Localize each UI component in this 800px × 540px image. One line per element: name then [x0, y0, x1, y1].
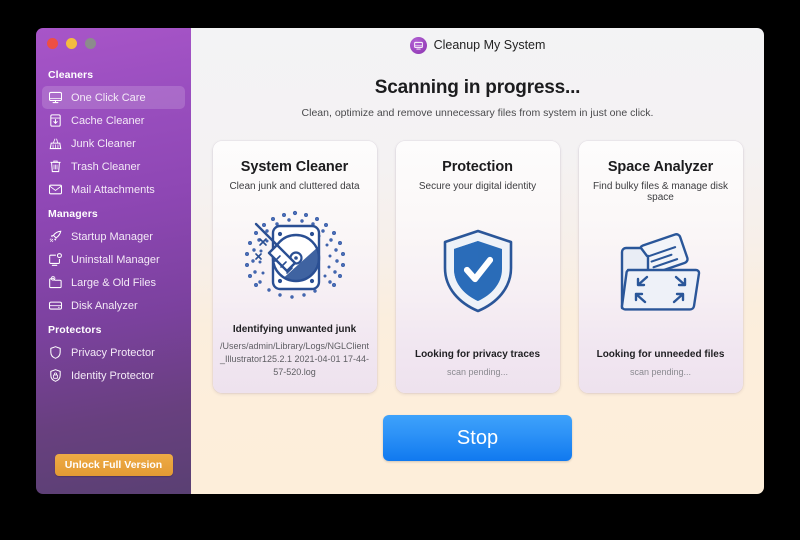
- sidebar-item-mail-attachments[interactable]: Mail Attachments: [42, 178, 185, 201]
- sidebar-item-label: Mail Attachments: [71, 183, 155, 196]
- window-traffic-lights: [36, 28, 191, 50]
- sidebar-item-label: Large & Old Files: [71, 276, 156, 289]
- sidebar-group-title-protectors: Protectors: [48, 324, 102, 336]
- card-status: Identifying unwanted junk: [232, 324, 357, 335]
- card-subtitle: Clean junk and cluttered data: [229, 181, 360, 192]
- app-titlebar: Cleanup My System: [191, 30, 764, 60]
- card-title: Space Analyzer: [607, 159, 714, 175]
- card-detail: /Users/admin/Library/Logs/NGLClient_Illu…: [219, 341, 370, 377]
- sidebar-group-title-managers: Managers: [48, 208, 98, 220]
- sidebar-item-trash-cleaner[interactable]: Trash Cleaner: [42, 155, 185, 178]
- page-title: Scanning in progress...: [374, 77, 581, 98]
- card-status: Looking for unneeded files: [596, 349, 725, 360]
- disk-icon: [48, 298, 63, 313]
- sidebar-item-large-and-old-files[interactable]: Large & Old Files: [42, 271, 185, 294]
- sidebar-item-privacy-protector[interactable]: Privacy Protector: [42, 341, 185, 364]
- sidebar-item-label: Identity Protector: [71, 369, 155, 382]
- sidebar-item-label: Disk Analyzer: [71, 299, 138, 312]
- minimize-button[interactable]: [66, 38, 77, 49]
- card-subtitle: Secure your digital identity: [418, 181, 537, 192]
- sidebar-item-label: Uninstall Manager: [71, 253, 160, 266]
- unlock-section: Unlock Full Version: [36, 454, 191, 494]
- card-status-block: Identifying unwanted junk /Users/admin/L…: [213, 324, 377, 393]
- sidebar-item-cache-cleaner[interactable]: Cache Cleaner: [42, 109, 185, 132]
- sidebar-item-label: Junk Cleaner: [71, 137, 136, 150]
- monitor-gear-icon: [48, 252, 63, 267]
- rocket-icon: [48, 229, 63, 244]
- folder-expand-icon: [579, 203, 743, 349]
- card-space-analyzer[interactable]: Space Analyzer Find bulky files & manage…: [578, 141, 743, 393]
- monitor-icon: [48, 90, 63, 105]
- lock-shield-icon: [48, 368, 63, 383]
- card-detail: scan pending...: [446, 367, 509, 377]
- main-panel: Cleanup My System Scanning in progress..…: [191, 28, 764, 494]
- cache-bin-icon: [48, 113, 63, 128]
- sidebar-item-uninstall-manager[interactable]: Uninstall Manager: [42, 248, 185, 271]
- card-system-cleaner[interactable]: System Cleaner Clean junk and cluttered …: [212, 141, 377, 393]
- scan-cards: System Cleaner Clean junk and cluttered …: [212, 141, 743, 393]
- sidebar: Cleaners One Click Care Cache Cleaner Ju…: [36, 28, 191, 494]
- card-protection[interactable]: Protection Secure your digital identity …: [395, 141, 560, 393]
- sidebar-item-label: Trash Cleaner: [71, 160, 141, 173]
- folder-clock-icon: [48, 275, 63, 290]
- stop-button[interactable]: Stop: [383, 415, 572, 461]
- zoom-button[interactable]: [85, 38, 96, 49]
- sidebar-nav: Cleaners One Click Care Cache Cleaner Ju…: [36, 50, 191, 454]
- sidebar-item-startup-manager[interactable]: Startup Manager: [42, 225, 185, 248]
- page-subtitle: Clean, optimize and remove unnecessary f…: [301, 107, 654, 119]
- close-button[interactable]: [47, 38, 58, 49]
- card-title: System Cleaner: [240, 159, 349, 175]
- shield-check-icon: [396, 192, 560, 349]
- sidebar-item-label: One Click Care: [71, 91, 146, 104]
- broom-icon: [48, 136, 63, 151]
- sidebar-item-identity-protector[interactable]: Identity Protector: [42, 364, 185, 387]
- cleanup-logo-icon: [409, 36, 427, 54]
- sidebar-item-label: Startup Manager: [71, 230, 153, 243]
- card-status: Looking for privacy traces: [414, 349, 541, 360]
- card-subtitle: Find bulky files & manage disk space: [592, 181, 729, 203]
- card-detail: scan pending...: [629, 367, 692, 377]
- sidebar-item-disk-analyzer[interactable]: Disk Analyzer: [42, 294, 185, 317]
- screen-root: Cleaners One Click Care Cache Cleaner Ju…: [0, 0, 800, 540]
- envelope-icon: [48, 182, 63, 197]
- card-title: Protection: [442, 159, 513, 175]
- trash-icon: [48, 159, 63, 174]
- sidebar-item-label: Cache Cleaner: [71, 114, 145, 127]
- drive-broom-icon: [213, 192, 377, 324]
- card-status-block: Looking for privacy traces scan pending.…: [396, 349, 560, 393]
- sidebar-item-label: Privacy Protector: [71, 346, 155, 359]
- app-window: Cleaners One Click Care Cache Cleaner Ju…: [36, 28, 764, 494]
- sidebar-item-junk-cleaner[interactable]: Junk Cleaner: [42, 132, 185, 155]
- card-status-block: Looking for unneeded files scan pending.…: [579, 349, 743, 393]
- sidebar-group-title-cleaners: Cleaners: [48, 69, 94, 81]
- shield-icon: [48, 345, 63, 360]
- app-title: Cleanup My System: [433, 38, 546, 52]
- sidebar-item-one-click-care[interactable]: One Click Care: [42, 86, 185, 109]
- unlock-full-version-button[interactable]: Unlock Full Version: [54, 454, 173, 476]
